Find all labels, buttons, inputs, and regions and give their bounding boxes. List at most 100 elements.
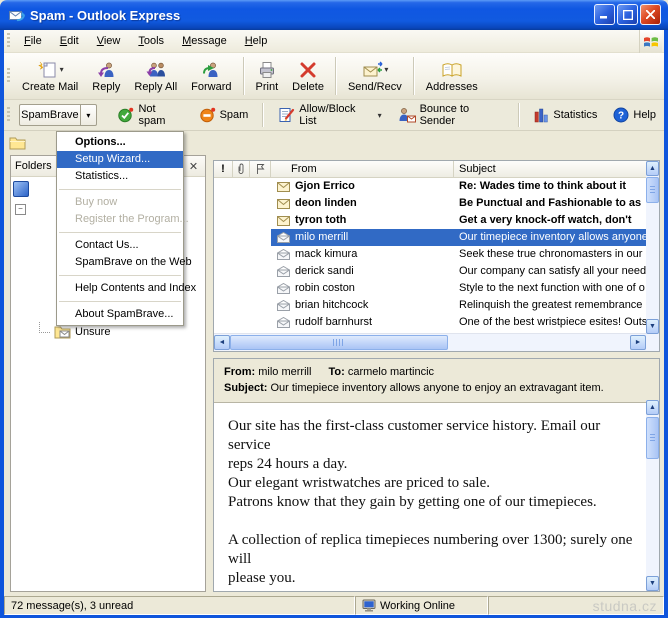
spambrave-menu-button[interactable]: SpamBrave [19,104,81,126]
spambar-separator [518,103,520,127]
scroll-right-arrow[interactable]: ► [630,335,646,350]
attachment-column-header[interactable] [233,161,250,178]
menu-item-statistics[interactable]: Statistics... [57,168,183,185]
reply-button[interactable]: Reply [85,55,127,97]
window-border-right [664,30,668,618]
message-rows: Gjon Errico Re: Wades time to think abou… [214,178,659,331]
attachment-cell [233,314,250,331]
message-subject: Be Punctual and Fashionable to as [454,195,659,212]
menu-item-spambrave-on-the-web[interactable]: SpamBrave on the Web [57,254,183,271]
vscroll-thumb[interactable] [646,417,659,459]
spam-help-button[interactable]: ? Help [605,103,664,127]
create-mail-dropdown-arrow[interactable]: ▾ [60,65,64,74]
bounce-to-sender-button[interactable]: Bounce to Sender [390,103,513,127]
subject-column-header[interactable]: Subject [454,161,659,178]
open-envelope-icon [277,266,290,277]
scroll-up-arrow[interactable]: ▲ [646,400,659,415]
menu-item-help-contents-and-index[interactable]: Help Contents and Index [57,280,183,297]
forward-button[interactable]: Forward [184,55,238,97]
scroll-down-arrow[interactable]: ▼ [646,576,659,591]
message-subject: Get a very knock-off watch, don't [454,212,659,229]
reply-all-icon [145,59,167,80]
tree-collapse-icon[interactable]: − [15,204,26,215]
menubar: FileEditViewToolsMessageHelp [4,30,664,53]
flag-column-header[interactable] [250,161,271,178]
spam-button[interactable]: Spam [192,103,257,127]
menu-item-options[interactable]: Options... [57,134,183,151]
message-list-header: ! From Subject [214,161,659,178]
message-from: mack kimura [295,246,357,263]
scroll-down-arrow[interactable]: ▼ [646,319,659,334]
from-column-header[interactable]: From [271,161,454,178]
menu-item-about-spambrave[interactable]: About SpamBrave... [57,306,183,323]
message-row[interactable]: derick sandi Our company can satisfy all… [214,263,659,280]
message-row[interactable]: deon linden Be Punctual and Fashionable … [214,195,659,212]
vscroll-thumb[interactable] [646,177,659,203]
menu-item-setup-wizard[interactable]: Setup Wizard... [57,151,183,168]
message-row[interactable]: rudolf barnhurst One of the best wristpi… [214,314,659,331]
attachment-cell [233,263,250,280]
attachment-cell [233,229,250,246]
menubar-grip[interactable] [7,33,10,49]
close-button[interactable] [640,4,661,25]
message-row[interactable]: brian hitchcock Relinquish the greatest … [214,297,659,314]
main-toolbar: ▾ Create Mail Reply [4,53,664,100]
closed-envelope-icon [277,216,290,226]
attachment-cell [233,195,250,212]
scroll-up-arrow[interactable]: ▲ [646,161,659,176]
body-line: Patrons know that they gain by getting o… [228,493,635,512]
addresses-icon [441,59,463,80]
menubar-item-edit[interactable]: Edit [51,32,88,50]
menubar-item-message[interactable]: Message [173,32,236,50]
allow-block-dropdown-arrow[interactable]: ▾ [378,111,382,120]
priority-cell [214,263,233,280]
maximize-button[interactable] [617,4,638,25]
toolbar-grip[interactable] [7,68,10,84]
allow-block-list-button[interactable]: Allow/Block List ▾ [270,103,389,127]
message-row[interactable]: robin coston Style to the next function … [214,280,659,297]
menubar-item-tools[interactable]: Tools [129,32,173,50]
menubar-item-help[interactable]: Help [236,32,277,50]
send-recv-button[interactable]: ▾ Send/Recv [341,55,409,97]
menubar-item-view[interactable]: View [88,32,130,50]
print-icon [257,59,277,80]
hscroll-thumb[interactable] [230,335,448,350]
print-button[interactable]: Print [249,55,286,97]
not-spam-icon [118,107,134,123]
delete-button[interactable]: Delete [285,55,331,97]
priority-cell [214,212,233,229]
create-mail-icon: ▾ [37,59,64,80]
reply-all-button[interactable]: Reply All [127,55,184,97]
preview-header: From: milo merrill To: carmelo martincic… [214,359,659,403]
addresses-button[interactable]: Addresses [419,55,485,97]
message-from: robin coston [295,280,355,297]
message-list-vscrollbar[interactable]: ▲ ▼ [646,161,659,334]
spambar-grip[interactable] [7,107,10,123]
message-row[interactable]: tyron toth Get a very knock-off watch, d… [214,212,659,229]
message-row[interactable]: Gjon Errico Re: Wades time to think abou… [214,178,659,195]
spambrave-dropdown-arrow[interactable]: ▾ [81,104,97,126]
folders-close-button[interactable]: ✕ [186,159,201,174]
body-line: Our site has the first-class customer se… [228,417,635,436]
create-mail-button[interactable]: ▾ Create Mail [15,55,85,97]
body-line: please you. [228,569,635,588]
toolbar-separator [243,57,245,95]
preview-vscrollbar[interactable]: ▲ ▼ [646,400,659,591]
message-list-hscrollbar[interactable]: ◄ ► [214,333,646,351]
not-spam-button[interactable]: Not spam [110,103,191,127]
scroll-left-arrow[interactable]: ◄ [214,335,230,350]
to-value: carmelo martincic [348,366,434,378]
statistics-button[interactable]: Statistics [526,103,605,127]
message-from: rudolf barnhurst [295,314,372,331]
message-row[interactable]: mack kimura Seek these true chronomaster… [214,246,659,263]
send-recv-dropdown-arrow[interactable]: ▾ [384,65,388,74]
minimize-button[interactable] [594,4,615,25]
body-line: A collection of replica timepieces numbe… [228,531,635,550]
menubar-item-file[interactable]: File [15,32,51,50]
message-row[interactable]: milo merrill Our timepiece inventory all… [214,229,659,246]
delete-icon [299,59,317,80]
open-envelope-icon [277,249,290,260]
menu-item-contact-us[interactable]: Contact Us... [57,237,183,254]
priority-column-header[interactable]: ! [214,161,233,178]
paperclip-icon [237,163,245,175]
